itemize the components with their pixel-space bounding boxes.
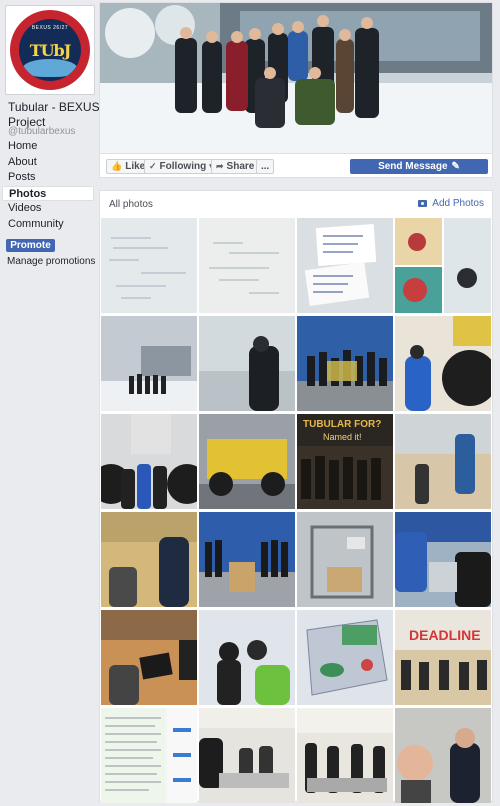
pencil-icon: ✎ [451,161,460,172]
more-options-button[interactable]: ... [256,159,275,174]
share-arrow-icon: ➦ [216,161,224,171]
photo-selfie-visit[interactable] [395,708,491,803]
photo-lab-meeting[interactable] [199,708,295,803]
photos-section-title: All photos [109,199,153,210]
add-photos-label: Add Photos [432,198,484,209]
named-it-text: Named it! [323,432,362,442]
mission-patch-logo: BEXUS 26/27 TUbJ [10,10,90,90]
share-button[interactable]: ➦ Share [211,159,260,174]
camera-icon [418,200,428,207]
photo-experiment-frame[interactable] [297,512,393,607]
following-label: Following [159,161,207,172]
send-message-button[interactable]: Send Message ✎ [350,159,488,174]
send-message-label: Send Message [378,161,448,172]
photo-presentation[interactable] [395,414,491,509]
photo-group-equipment[interactable] [395,512,491,607]
photo-team-hall[interactable] [297,316,393,411]
nav-item-community[interactable]: Community [2,217,94,233]
photo-group-tires[interactable] [101,414,197,509]
thumbs-up-icon: 👍 [111,161,123,171]
following-button[interactable]: ✓ Following ▾ [144,159,219,174]
nav-item-photos[interactable]: Photos [2,185,94,201]
share-label: Share [226,161,255,172]
page-handle[interactable]: @tubularbexus [8,126,75,137]
manage-promotions-link[interactable]: Manage promotions [7,256,95,267]
photo-lab-visitors[interactable] [297,708,393,803]
photo-deadline-room[interactable]: DEADLINE [395,610,491,705]
photo-whiteboard-2[interactable] [199,218,295,313]
page-nav: Home About Posts Photos Videos Community [2,139,94,232]
photo-collage[interactable] [395,218,491,313]
nav-item-posts[interactable]: Posts [2,170,94,186]
patch-logo-text: TUbJ [29,40,72,60]
page-avatar[interactable]: BEXUS 26/27 TUbJ [5,5,95,95]
nav-item-home[interactable]: Home [2,139,94,155]
patch-top-text: BEXUS 26/27 [31,25,69,31]
photo-tubular-sign[interactable]: TUBULAR FOR? Named it! [297,414,393,509]
photo-cad-model[interactable] [297,610,393,705]
nav-item-about[interactable]: About [2,155,94,171]
deadline-text: DEADLINE [409,627,481,643]
photo-building-group[interactable] [101,316,197,411]
page-action-bar: 👍 Like ✓ Following ▾ ➦ Share ... Send Me… [99,154,493,178]
nav-item-videos[interactable]: Videos [2,201,94,217]
photo-selfie-outdoor[interactable] [199,610,295,705]
photo-whiteboard-1[interactable] [101,218,197,313]
photo-team-blue-wall[interactable] [199,512,295,607]
cover-photo[interactable] [99,2,493,154]
photo-document-review[interactable] [101,708,197,803]
photo-lab-work[interactable] [101,512,197,607]
like-label: Like [125,161,146,172]
check-icon: ✓ [149,161,157,171]
photo-grid: TUBULAR FOR? Named it! DEADLINE [101,218,493,803]
photo-notes-paper[interactable] [297,218,393,313]
photo-person-lake[interactable] [199,316,295,411]
add-photos-button[interactable]: Add Photos [418,198,484,209]
tubular-sign-text: TUBULAR FOR? [303,419,381,430]
photo-yellow-vehicle[interactable] [199,414,295,509]
photo-laptop-work[interactable] [101,610,197,705]
photos-panel: All photos Add Photos TUBULAR FOR? Named… [99,190,493,803]
promote-button[interactable]: Promote [6,239,55,252]
photo-tire-workshop[interactable] [395,316,491,411]
